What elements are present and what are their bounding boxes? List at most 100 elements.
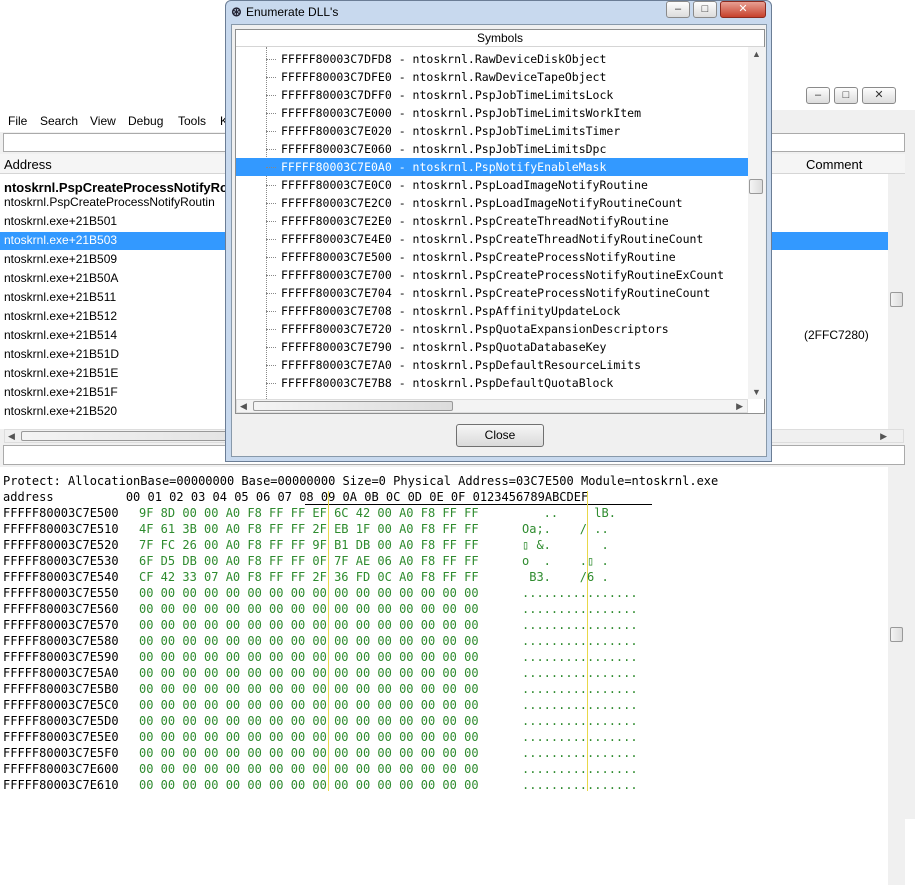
- hex-line-bytes[interactable]: 00 00 00 00 00 00 00 00 00 00 00 00 00 0…: [139, 745, 479, 761]
- dialog-minimize-button[interactable]: –: [666, 1, 690, 18]
- hex-line-ascii[interactable]: ................: [522, 777, 638, 793]
- hex-line-ascii[interactable]: ................: [522, 617, 638, 633]
- hex-line-ascii[interactable]: B3. /6 .: [522, 569, 638, 585]
- hex-line-ascii[interactable]: Oa;. / ..: [522, 521, 638, 537]
- symbol-item[interactable]: FFFFF80003C7E020 - ntoskrnl.PspJobTimeLi…: [281, 122, 620, 140]
- minimize-button[interactable]: –: [806, 87, 830, 104]
- symbol-item[interactable]: FFFFF80003C7DFF0 - ntoskrnl.PspJobTimeLi…: [281, 86, 613, 104]
- symbol-item[interactable]: FFFFF80003C7E4E0 - ntoskrnl.PspCreateThr…: [281, 230, 703, 248]
- symbol-item[interactable]: FFFFF80003C7E500 - ntoskrnl.PspCreatePro…: [281, 248, 676, 266]
- tree-vertical-scrollbar[interactable]: ▲ ▼: [748, 47, 765, 399]
- symbol-item[interactable]: FFFFF80003C7E2C0 - ntoskrnl.PspLoadImage…: [281, 194, 683, 212]
- hex-line-ascii[interactable]: ................: [522, 761, 638, 777]
- symbol-item[interactable]: FFFFF80003C7E720 - ntoskrnl.PspQuotaExpa…: [281, 320, 669, 338]
- hex-line-ascii[interactable]: ................: [522, 633, 638, 649]
- hex-line-ascii[interactable]: ▯ &. .: [522, 537, 638, 553]
- menu-view[interactable]: View: [90, 114, 116, 128]
- hex-line-ascii[interactable]: ................: [522, 697, 638, 713]
- symbol-item[interactable]: FFFFF80003C7E7B8 - ntoskrnl.PspDefaultQu…: [281, 374, 613, 392]
- hex-line-ascii[interactable]: ................: [522, 729, 638, 745]
- hex-line-bytes[interactable]: 00 00 00 00 00 00 00 00 00 00 00 00 00 0…: [139, 665, 479, 681]
- hex-line-ascii[interactable]: ................: [522, 681, 638, 697]
- symbol-item[interactable]: FFFFF80003C7E0A0 - ntoskrnl.PspNotifyEna…: [281, 158, 606, 176]
- hex-line-ascii[interactable]: ................: [522, 665, 638, 681]
- hex-line-address: FFFFF80003C7E520: [3, 538, 119, 552]
- symbol-item[interactable]: FFFFF80003C7E7A0 - ntoskrnl.PspDefaultRe…: [281, 356, 641, 374]
- list-vertical-scrollbar[interactable]: [888, 174, 905, 428]
- symbol-item[interactable]: FFFFF80003C7E790 - ntoskrnl.PspQuotaData…: [281, 338, 606, 356]
- hex-line-bytes[interactable]: 00 00 00 00 00 00 00 00 00 00 00 00 00 0…: [139, 601, 479, 617]
- hex-line-bytes[interactable]: 00 00 00 00 00 00 00 00 00 00 00 00 00 0…: [139, 761, 479, 777]
- tree-branch: [266, 257, 276, 258]
- hex-line-bytes[interactable]: 00 00 00 00 00 00 00 00 00 00 00 00 00 0…: [139, 681, 479, 697]
- table-row-address[interactable]: ntoskrnl.exe+21B511: [4, 288, 116, 307]
- hex-vertical-scrollbar[interactable]: [888, 467, 905, 885]
- hex-dump-panel[interactable]: Protect: AllocationBase=00000000 Base=00…: [0, 467, 905, 885]
- tree-horizontal-scrollbar[interactable]: ◀ ▶: [236, 399, 748, 413]
- menu-file[interactable]: File: [8, 114, 27, 128]
- table-row-address[interactable]: ntoskrnl.exe+21B50A: [4, 269, 118, 288]
- tree-branch: [266, 59, 276, 60]
- symbol-item[interactable]: FFFFF80003C7E700 - ntoskrnl.PspCreatePro…: [281, 266, 724, 284]
- hex-line-bytes[interactable]: 00 00 00 00 00 00 00 00 00 00 00 00 00 0…: [139, 713, 479, 729]
- hex-line-ascii[interactable]: ................: [522, 601, 638, 617]
- table-row-address[interactable]: ntoskrnl.exe+21B509: [4, 250, 117, 269]
- hex-line-bytes[interactable]: 6F D5 DB 00 A0 F8 FF FF 0F 7F AE 06 A0 F…: [139, 553, 479, 569]
- symbols-tree[interactable]: Symbols FFFFF80003C7DFD8 - ntoskrnl.RawD…: [235, 29, 765, 414]
- hex-line-ascii[interactable]: ................: [522, 745, 638, 761]
- menu-tools[interactable]: Tools: [178, 114, 206, 128]
- symbol-item[interactable]: FFFFF80003C7DFD8 - ntoskrnl.RawDeviceDis…: [281, 50, 606, 68]
- hex-line-ascii[interactable]: .. lB.: [522, 505, 638, 521]
- table-row-address[interactable]: ntoskrnl.exe+21B520: [4, 402, 117, 421]
- table-row-address[interactable]: ntoskrnl.exe+21B501: [4, 212, 117, 231]
- symbol-item[interactable]: FFFFF80003C7DFE0 - ntoskrnl.RawDeviceTap…: [281, 68, 606, 86]
- close-window-button[interactable]: ✕: [862, 87, 896, 104]
- hex-line-bytes[interactable]: 00 00 00 00 00 00 00 00 00 00 00 00 00 0…: [139, 617, 479, 633]
- dialog-maximize-button[interactable]: □: [693, 1, 717, 18]
- scroll-thumb[interactable]: [253, 401, 453, 411]
- scroll-thumb[interactable]: [890, 627, 903, 642]
- hex-line-bytes[interactable]: 00 00 00 00 00 00 00 00 00 00 00 00 00 0…: [139, 697, 479, 713]
- tree-branch: [266, 383, 276, 384]
- menu-search[interactable]: Search: [40, 114, 78, 128]
- column-header-address[interactable]: Address: [0, 154, 230, 174]
- hex-line-bytes[interactable]: CF 42 33 07 A0 F8 FF FF 2F 36 FD 0C A0 F…: [139, 569, 479, 585]
- enumerate-dlls-dialog: ⊛ Enumerate DLL's – □ ✕ Symbols FFFFF800…: [225, 0, 772, 462]
- app-icon: ⊛: [231, 4, 242, 19]
- table-row-address[interactable]: ntoskrnl.exe+21B512: [4, 307, 117, 326]
- symbol-item[interactable]: FFFFF80003C7E000 - ntoskrnl.PspJobTimeLi…: [281, 104, 641, 122]
- table-row-address[interactable]: ntoskrnl.exe+21B51D: [4, 345, 119, 364]
- hex-line-bytes[interactable]: 00 00 00 00 00 00 00 00 00 00 00 00 00 0…: [139, 777, 479, 793]
- table-row-address[interactable]: ntoskrnl.exe+21B51F: [4, 383, 118, 402]
- hex-line-bytes[interactable]: 00 00 00 00 00 00 00 00 00 00 00 00 00 0…: [139, 585, 479, 601]
- symbol-item[interactable]: FFFFF80003C7E704 - ntoskrnl.PspCreatePro…: [281, 284, 710, 302]
- hex-line-bytes[interactable]: 4F 61 3B 00 A0 F8 FF FF 2F EB 1F 00 A0 F…: [139, 521, 479, 537]
- table-row-address[interactable]: ntoskrnl.exe+21B503: [4, 231, 117, 250]
- hex-line-bytes[interactable]: 7F FC 26 00 A0 F8 FF FF 9F B1 DB 00 A0 F…: [139, 537, 479, 553]
- scroll-thumb[interactable]: [890, 292, 903, 307]
- table-row-address[interactable]: ntoskrnl.exe+21B514: [4, 326, 117, 345]
- menu-debug[interactable]: Debug: [128, 114, 163, 128]
- symbol-item[interactable]: FFFFF80003C7E060 - ntoskrnl.PspJobTimeLi…: [281, 140, 606, 158]
- hex-line-ascii[interactable]: ................: [522, 649, 638, 665]
- table-row-address[interactable]: ntoskrnl.exe+21B51E: [4, 364, 118, 383]
- dialog-close-icon[interactable]: ✕: [720, 1, 766, 18]
- hex-line-ascii[interactable]: ................: [522, 713, 638, 729]
- hex-line-bytes[interactable]: 00 00 00 00 00 00 00 00 00 00 00 00 00 0…: [139, 633, 479, 649]
- hex-line-bytes[interactable]: 9F 8D 00 00 A0 F8 FF FF EF 6C 42 00 A0 F…: [139, 505, 479, 521]
- hex-line-address: FFFFF80003C7E610: [3, 778, 119, 792]
- scroll-thumb[interactable]: [749, 179, 763, 194]
- column-header-comment[interactable]: Comment: [800, 154, 905, 174]
- symbol-item[interactable]: FFFFF80003C7E2E0 - ntoskrnl.PspCreateThr…: [281, 212, 669, 230]
- symbol-item[interactable]: FFFFF80003C7E708 - ntoskrnl.PspAffinityU…: [281, 302, 620, 320]
- symbol-item[interactable]: FFFFF80003C7E0C0 - ntoskrnl.PspLoadImage…: [281, 176, 648, 194]
- hex-line-address: FFFFF80003C7E560: [3, 602, 119, 616]
- hex-line-bytes[interactable]: 00 00 00 00 00 00 00 00 00 00 00 00 00 0…: [139, 729, 479, 745]
- hex-line-ascii[interactable]: o . .▯ .: [522, 553, 638, 569]
- hex-line-bytes[interactable]: 00 00 00 00 00 00 00 00 00 00 00 00 00 0…: [139, 649, 479, 665]
- maximize-button[interactable]: □: [834, 87, 858, 104]
- tree-branch: [266, 275, 276, 276]
- close-button[interactable]: Close: [456, 424, 544, 447]
- table-row-address[interactable]: ntoskrnl.PspCreateProcessNotifyRoutin: [4, 193, 215, 212]
- hex-line-ascii[interactable]: ................: [522, 585, 638, 601]
